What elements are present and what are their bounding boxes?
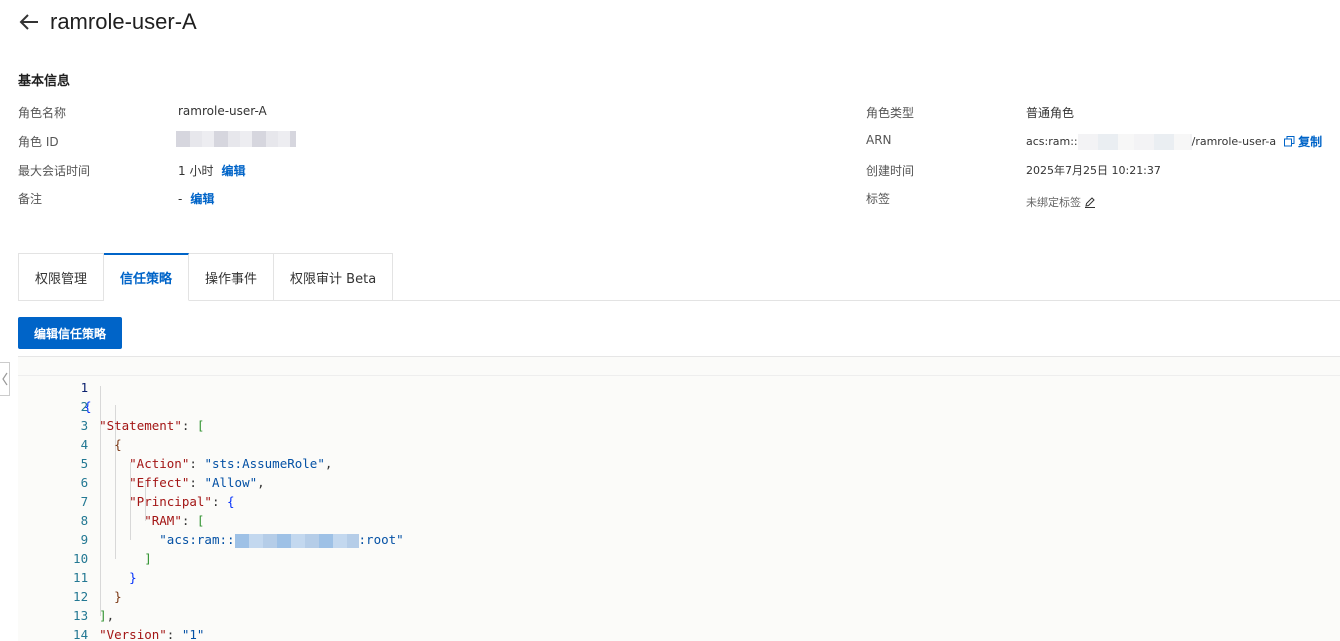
value-role-id-masked: [176, 131, 296, 147]
copy-arn-link[interactable]: 复制: [1298, 133, 1322, 150]
label-role-id: 角色 ID: [18, 135, 59, 149]
code-line: 12 ],: [18, 568, 114, 623]
line-number: 9: [80, 532, 89, 547]
arn-masked-account: [1077, 133, 1192, 150]
label-arn: ARN: [866, 133, 892, 147]
section-title-basic-info: 基本信息: [18, 74, 71, 89]
value-role-name: ramrole-user-A: [178, 104, 267, 118]
pencil-edit-icon[interactable]: [1084, 196, 1096, 208]
page-title: ramrole-user-A: [50, 9, 197, 34]
tags-value: 未绑定标签: [1026, 196, 1081, 209]
copy-icon[interactable]: [1284, 136, 1295, 147]
code-line: 3 {: [18, 397, 122, 452]
code-line: 7 "RAM": [: [18, 473, 205, 528]
value-created-time: 2025年7月25日 10:21:37: [1026, 164, 1161, 177]
edit-remark-link[interactable]: 编辑: [190, 190, 214, 207]
label-created-time: 创建时间: [866, 164, 915, 178]
label-role-name: 角色名称: [18, 106, 67, 120]
remark-value: -: [178, 191, 183, 206]
line-number: 10: [73, 551, 89, 566]
line-number: 14: [73, 627, 89, 641]
code-text: }: [114, 589, 122, 604]
max-session-value: 1 小时: [178, 164, 214, 178]
label-role-type: 角色类型: [866, 106, 915, 120]
code-line: 10 }: [18, 530, 137, 585]
code-line: 2 "Statement": [: [18, 378, 205, 433]
value-role-type: 普通角色: [1026, 106, 1075, 120]
code-text: "RAM": [: [144, 513, 205, 528]
code-line: 8 "acs:ram:::root": [18, 492, 404, 548]
tab-permission-audit[interactable]: 权限审计 Beta: [274, 253, 394, 301]
code-text: "Version": "1": [99, 627, 205, 641]
arn-prefix: acs:ram::: [1026, 135, 1078, 148]
code-text: {: [114, 437, 122, 452]
code-line: 9 ]: [18, 511, 152, 566]
code-line: 4 "Action": "sts:AssumeRole",: [18, 416, 333, 471]
line-number: 7: [80, 494, 89, 509]
back-arrow-icon[interactable]: [18, 11, 40, 33]
value-remark: - 编辑: [178, 190, 214, 207]
code-line: 11 }: [18, 549, 122, 604]
code-line: 5 "Effect": "Allow",: [18, 435, 265, 490]
line-number: 3: [80, 418, 89, 433]
chevron-left-icon: [1, 372, 7, 386]
code-text: }: [129, 570, 137, 585]
value-max-session: 1 小时 编辑: [178, 162, 245, 179]
masked-account-id: [234, 533, 359, 548]
arn-suffix: /ramrole-user-a: [1191, 135, 1277, 148]
code-text: ]: [144, 551, 152, 566]
code-editor[interactable]: 1 { 2 "Statement": [ 3 { 4 "Action": "st…: [18, 356, 1340, 641]
line-number: 6: [80, 475, 89, 490]
line-number: 4: [80, 437, 89, 452]
edit-max-session-link[interactable]: 编辑: [221, 162, 245, 179]
line-number: 11: [73, 570, 89, 585]
tab-trust-policy[interactable]: 信任策略: [104, 253, 190, 301]
code-text: "Effect": "Allow",: [129, 475, 265, 490]
editor-top-bar: [18, 357, 1340, 376]
value-tags: 未绑定标签: [1026, 194, 1096, 210]
code-text: ],: [99, 608, 115, 623]
code-line: 13 "Version": "1": [18, 587, 204, 641]
line-number: 2: [80, 399, 89, 414]
value-arn: acs:ram:: /ramrole-user-a 复制: [1026, 133, 1322, 150]
tab-bar: 权限管理 信任策略 操作事件 权限审计 Beta: [18, 253, 394, 301]
label-tags: 标签: [866, 192, 891, 206]
code-line: 6 "Principal": {: [18, 454, 235, 509]
code-text: "Statement": [: [99, 418, 205, 433]
line-number: 5: [80, 456, 89, 471]
tab-operation-events[interactable]: 操作事件: [189, 253, 275, 301]
side-collapse-handle[interactable]: [0, 362, 10, 396]
line-number: 12: [73, 589, 89, 604]
label-remark: 备注: [18, 192, 43, 206]
line-number: 13: [73, 608, 89, 623]
line-number: 8: [80, 513, 89, 528]
tab-permission-management[interactable]: 权限管理: [18, 253, 105, 301]
label-max-session: 最大会话时间: [18, 164, 91, 178]
code-text: "Principal": {: [129, 494, 235, 509]
line-number: 1: [80, 380, 89, 395]
code-text: "Action": "sts:AssumeRole",: [129, 456, 333, 471]
code-line: 14 }: [18, 606, 88, 641]
code-line: 1 {: [18, 359, 92, 414]
edit-trust-policy-button[interactable]: 编辑信任策略: [18, 317, 122, 349]
code-text: "acs:ram:::root": [159, 532, 404, 548]
page-header: ramrole-user-A: [18, 6, 197, 38]
